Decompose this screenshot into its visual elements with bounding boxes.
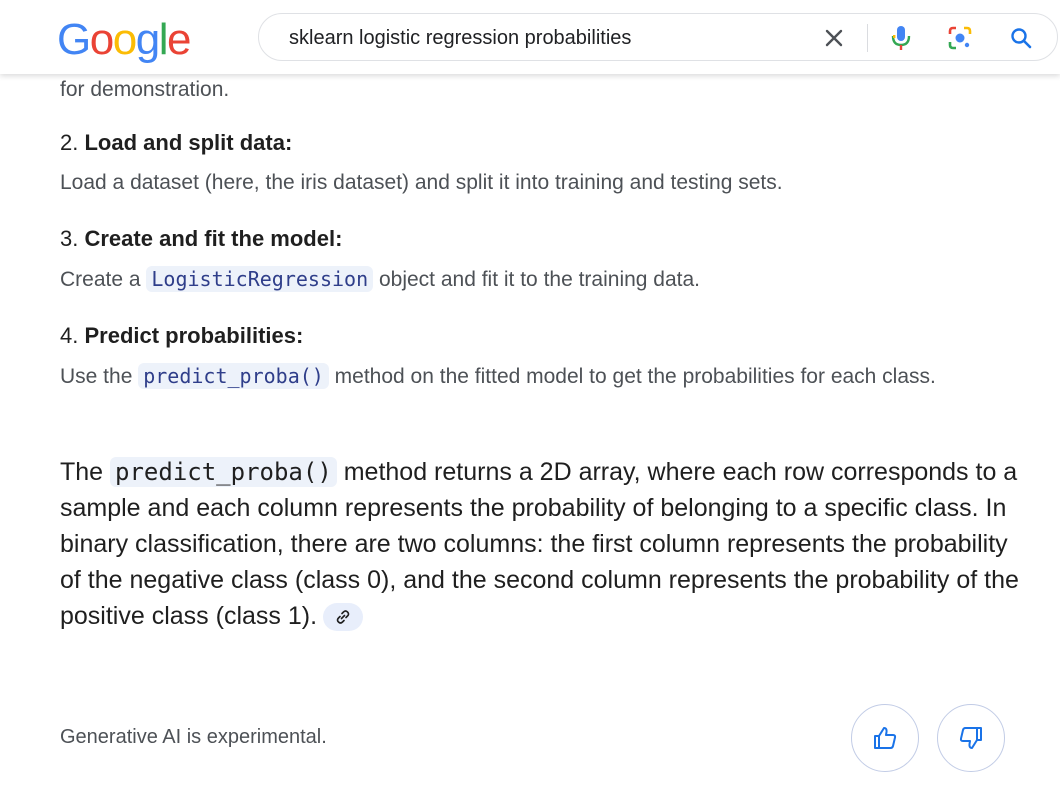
inline-code: predict_proba() — [110, 457, 337, 487]
step-4-title: 4. Predict probabilities: — [60, 322, 303, 350]
microphone-icon[interactable] — [884, 21, 918, 55]
source-link-button[interactable] — [323, 603, 364, 632]
logo-letter: o — [89, 15, 114, 64]
thumbs-down-button[interactable] — [937, 704, 1005, 772]
inline-code: predict_proba() — [138, 363, 329, 389]
step-2-description: Load a dataset (here, the iris dataset) … — [60, 171, 783, 194]
summary-paragraph: The predict_proba() method returns a 2D … — [60, 454, 1020, 634]
step-4-description: Use the predict_proba() method on the fi… — [60, 359, 1020, 394]
lens-icon[interactable] — [943, 21, 977, 55]
thumbs-up-button[interactable] — [851, 704, 919, 772]
step-number: 2. — [60, 130, 79, 155]
search-header: Google sklearn logistic regression proba… — [0, 0, 1060, 74]
paragraph-text: The — [60, 458, 111, 486]
close-icon[interactable] — [817, 21, 851, 55]
step-3-title: 3. Create and fit the model: — [60, 225, 342, 253]
step-title-text: Load and split data: — [84, 130, 293, 155]
search-input[interactable]: sklearn logistic regression probabilitie… — [289, 27, 631, 49]
step-number: 4. — [60, 323, 79, 348]
google-logo[interactable]: Google — [57, 14, 191, 66]
step-title-text: Predict probabilities: — [84, 323, 304, 348]
thumbs-up-icon — [874, 727, 897, 749]
desc-text: method on the fitted model to get the pr… — [328, 365, 936, 388]
desc-text: Use the — [60, 365, 139, 388]
step-3-description: Create a LogisticRegression object and f… — [60, 262, 1020, 297]
search-icon[interactable] — [1004, 21, 1038, 55]
logo-letter: G — [57, 15, 91, 64]
step-title-text: Create and fit the model: — [84, 226, 343, 251]
logo-letter: g — [135, 15, 160, 64]
logo-letter: l — [158, 15, 169, 64]
search-box[interactable]: sklearn logistic regression probabilitie… — [258, 13, 1058, 61]
logo-letter: e — [166, 15, 191, 64]
inline-code: LogisticRegression — [146, 266, 374, 292]
generative-ai-disclaimer: Generative AI is experimental. — [60, 726, 327, 748]
desc-text: object and fit it to the training data. — [373, 268, 701, 291]
step-number: 3. — [60, 226, 79, 251]
search-divider — [867, 24, 868, 52]
logo-letter: o — [112, 15, 137, 64]
step-2-title: 2. Load and split data: — [60, 129, 292, 157]
thumbs-down-icon — [959, 727, 982, 749]
desc-text: Create a — [60, 268, 147, 291]
previous-text-fragment: for demonstration. — [60, 78, 230, 101]
link-icon — [336, 610, 350, 625]
